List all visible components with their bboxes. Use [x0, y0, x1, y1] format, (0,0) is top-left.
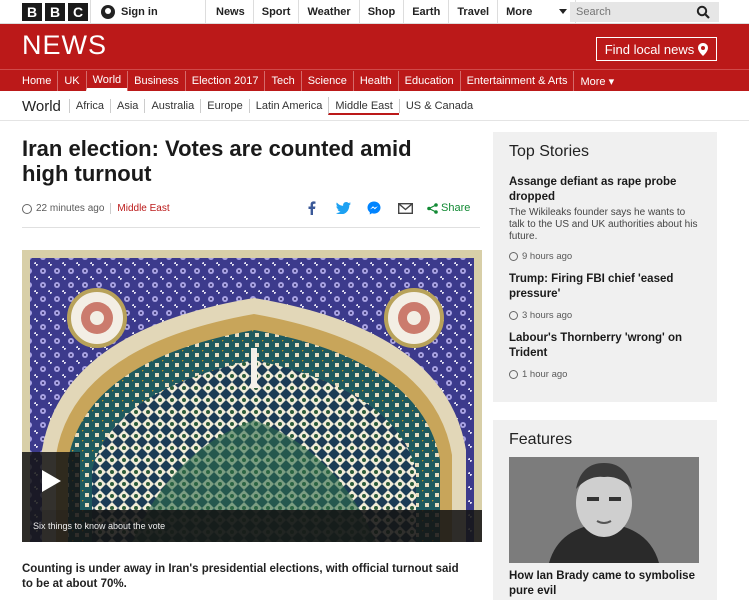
top-story-title[interactable]: Assange defiant as rape probe dropped: [509, 175, 701, 205]
bbc-global-bar: B B C Sign in News Sport Weather Shop Ea…: [0, 0, 749, 24]
global-nav-more[interactable]: More: [498, 0, 577, 24]
section-nav-more[interactable]: More ▾: [573, 71, 620, 91]
bbc-logo-letter: B: [22, 3, 42, 21]
global-nav-news[interactable]: News: [208, 0, 254, 24]
section-nav-entertainment-arts[interactable]: Entertainment & Arts: [459, 71, 574, 91]
subnav-europe[interactable]: Europe: [200, 99, 248, 113]
find-local-news-button[interactable]: Find local news: [596, 37, 717, 61]
email-icon[interactable]: [396, 200, 414, 216]
caret-down-icon: [559, 9, 568, 14]
article-meta: 22 minutes ago Middle East: [22, 203, 170, 214]
global-nav-earth[interactable]: Earth: [404, 0, 450, 24]
top-story-time: 9 hours ago: [509, 251, 701, 262]
bbc-logo[interactable]: B B C: [22, 3, 88, 21]
section-nav-election-2017[interactable]: Election 2017: [184, 71, 265, 91]
world-subnav: World Africa Asia Australia Europe Latin…: [22, 95, 479, 117]
user-icon: [101, 5, 115, 19]
search-icon[interactable]: [696, 5, 710, 19]
subnav-asia[interactable]: Asia: [110, 99, 144, 113]
search-input[interactable]: [576, 6, 696, 18]
twitter-icon[interactable]: [334, 200, 352, 216]
share-icon: [427, 202, 438, 214]
global-nav-shop[interactable]: Shop: [360, 0, 405, 24]
share-tools: Share: [303, 200, 470, 216]
article-section-link[interactable]: Middle East: [117, 203, 169, 214]
top-stories-panel: Top Stories Assange defiant as rape prob…: [493, 132, 717, 402]
clock-icon: [509, 370, 518, 379]
clock-icon: [22, 203, 32, 214]
features-title: Features: [509, 431, 573, 448]
play-video-button[interactable]: [22, 452, 80, 510]
section-nav: Home UK World Business Election 2017 Tec…: [0, 69, 749, 91]
bbc-logo-letter: B: [45, 3, 65, 21]
top-story-item[interactable]: Labour's Thornberry 'wrong' on Trident 1…: [509, 331, 701, 380]
feature-image[interactable]: [509, 457, 699, 563]
article-headline: Iran election: Votes are counted amid hi…: [22, 136, 412, 186]
divider: [22, 227, 480, 228]
clock-icon: [509, 311, 518, 320]
top-story-item[interactable]: Assange defiant as rape probe dropped Th…: [509, 175, 701, 262]
section-nav-uk[interactable]: UK: [57, 71, 85, 91]
subnav-middle-east[interactable]: Middle East: [328, 97, 399, 115]
top-story-title[interactable]: Trump: Firing FBI chief 'eased pressure': [509, 272, 701, 302]
top-story-timestamp: 9 hours ago: [522, 251, 573, 262]
facebook-icon[interactable]: [303, 200, 321, 216]
subnav-us-canada[interactable]: US & Canada: [398, 99, 479, 113]
global-nav-sport[interactable]: Sport: [254, 0, 300, 24]
section-nav-science[interactable]: Science: [300, 71, 353, 91]
article-timestamp: 22 minutes ago: [36, 203, 105, 214]
global-nav-travel[interactable]: Travel: [449, 0, 499, 24]
section-nav-education[interactable]: Education: [397, 71, 460, 91]
share-button[interactable]: Share: [427, 202, 470, 214]
top-story-title[interactable]: Labour's Thornberry 'wrong' on Trident: [509, 331, 701, 361]
global-nav-weather[interactable]: Weather: [299, 0, 360, 24]
section-nav-tech[interactable]: Tech: [264, 71, 300, 91]
news-logo[interactable]: NEWS: [22, 30, 107, 61]
feature-title[interactable]: How Ian Brady came to symbolise pure evi…: [509, 569, 701, 599]
section-nav-business[interactable]: Business: [127, 71, 185, 91]
mosque-tilework-image: [22, 250, 482, 542]
clock-icon: [509, 252, 518, 261]
top-story-timestamp: 3 hours ago: [522, 310, 573, 321]
sign-in-button[interactable]: Sign in: [90, 0, 206, 24]
section-nav-world[interactable]: World: [85, 71, 128, 91]
features-panel: Features How Ian Brady came to symbolise…: [493, 420, 717, 600]
article-intro: Counting is under away in Iran's preside…: [22, 563, 459, 590]
top-story-item[interactable]: Trump: Firing FBI chief 'eased pressure'…: [509, 272, 701, 321]
divider: [0, 120, 749, 121]
section-nav-health[interactable]: Health: [352, 71, 398, 91]
top-story-timestamp: 1 hour ago: [522, 369, 568, 380]
top-story-time: 1 hour ago: [509, 369, 701, 380]
section-nav-home[interactable]: Home: [22, 71, 57, 91]
subnav-africa[interactable]: Africa: [68, 99, 110, 113]
share-label: Share: [441, 202, 471, 214]
news-header: NEWS Find local news: [0, 24, 749, 69]
meta-separator: [110, 203, 112, 214]
subnav-latin-america[interactable]: Latin America: [248, 99, 329, 113]
hero-video-image[interactable]: [22, 250, 482, 542]
portrait-photo: [509, 457, 699, 563]
subnav-title[interactable]: World: [22, 98, 61, 115]
play-icon: [42, 470, 61, 492]
bbc-logo-letter: C: [68, 3, 88, 21]
location-pin-icon: [698, 42, 709, 56]
find-local-label: Find local news: [604, 41, 695, 57]
messenger-icon[interactable]: [365, 200, 383, 216]
top-story-time: 3 hours ago: [509, 310, 701, 321]
top-story-summary: The Wikileaks founder says he wants to t…: [509, 207, 698, 242]
subnav-australia[interactable]: Australia: [144, 99, 200, 113]
sign-in-label: Sign in: [121, 6, 158, 18]
more-label: More: [506, 6, 533, 18]
global-nav: News Sport Weather Shop Earth Travel Mor…: [208, 0, 577, 24]
search-box: [570, 2, 719, 22]
video-caption: Six things to know about the vote: [22, 510, 482, 542]
top-stories-title: Top Stories: [509, 143, 590, 160]
